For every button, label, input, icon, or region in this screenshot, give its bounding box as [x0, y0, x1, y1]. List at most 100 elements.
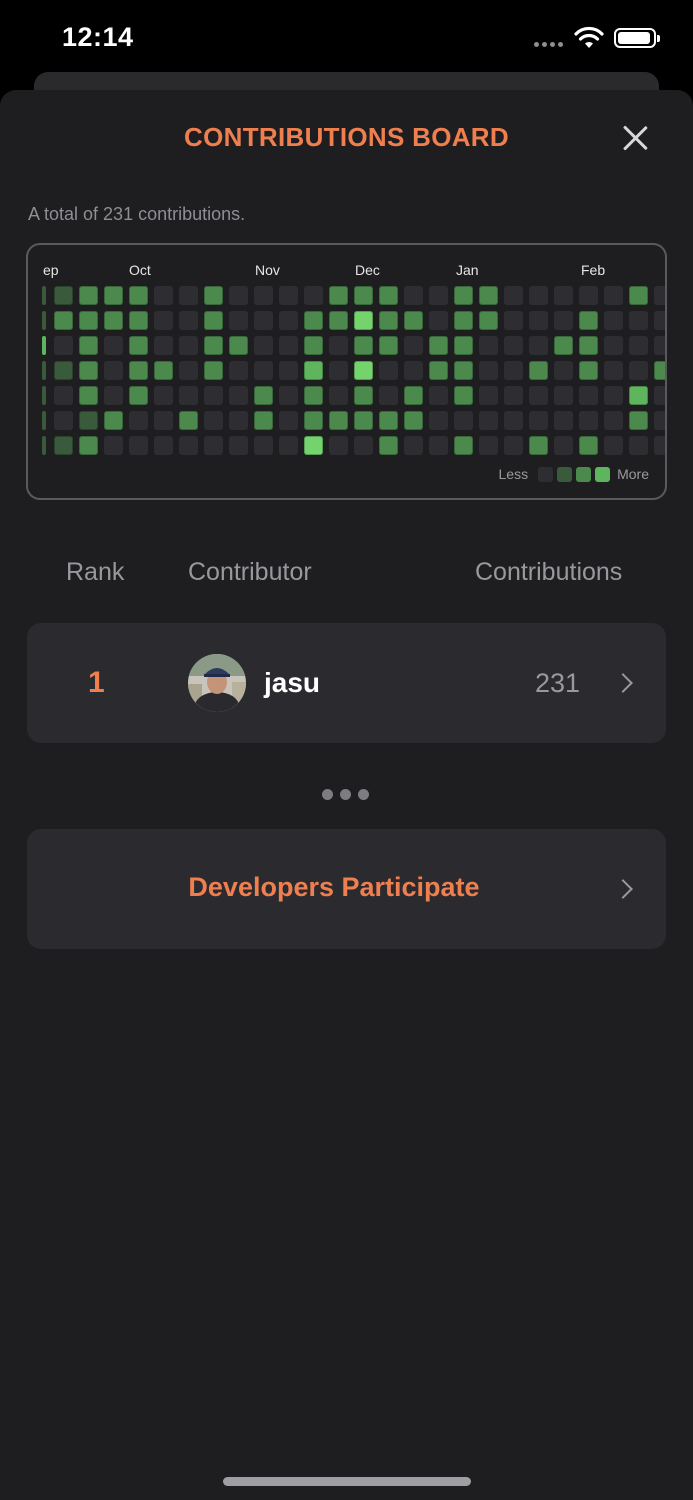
heatmap-cell — [54, 311, 73, 330]
heatmap-cell — [654, 411, 665, 430]
heatmap-cell — [529, 311, 548, 330]
heatmap-cell — [254, 436, 273, 455]
heatmap-cell — [654, 386, 665, 405]
heatmap-cell — [529, 436, 548, 455]
legend-swatch — [538, 466, 554, 482]
heatmap-cell — [654, 336, 665, 355]
heatmap-cell — [579, 336, 598, 355]
heatmap-cell — [454, 361, 473, 380]
heatmap-cell — [329, 311, 348, 330]
heatmap-cell — [579, 361, 598, 380]
heatmap-cell — [629, 311, 648, 330]
heatmap-cell — [454, 311, 473, 330]
heatmap-cell — [154, 411, 173, 430]
total-contributions-text: A total of 231 contributions. — [28, 204, 246, 224]
heatmap-cell — [154, 361, 173, 380]
heatmap-cell — [354, 361, 373, 380]
heatmap-cell — [354, 436, 373, 455]
heatmap-cell — [604, 336, 623, 355]
contributor-rank: 1 — [88, 666, 105, 699]
heatmap-cell — [654, 311, 665, 330]
month-label: Oct — [129, 262, 151, 278]
heatmap-cell — [104, 286, 123, 305]
heatmap-cell — [129, 336, 148, 355]
heatmap-cell — [79, 436, 98, 455]
heatmap-cell — [304, 436, 323, 455]
heatmap-cell — [42, 386, 46, 405]
month-label: Feb — [581, 262, 606, 278]
heatmap-cell — [604, 361, 623, 380]
developers-participate-label: Developers Participate — [188, 872, 480, 902]
heatmap-cell — [154, 311, 173, 330]
heatmap-cell — [204, 436, 223, 455]
heatmap-cell — [429, 336, 448, 355]
heatmap-cell — [304, 361, 323, 380]
heatmap-cell — [179, 336, 198, 355]
heatmap-cell — [304, 286, 323, 305]
heatmap-cell — [529, 286, 548, 305]
heatmap-cell — [104, 436, 123, 455]
heatmap-cell — [554, 386, 573, 405]
heatmap-cell — [604, 411, 623, 430]
heatmap-cell — [54, 436, 73, 455]
heatmap-cell — [229, 411, 248, 430]
heatmap-cell — [629, 336, 648, 355]
heatmap-cell — [279, 336, 298, 355]
contributor-count: 231 — [535, 668, 581, 698]
heatmap-cell — [554, 436, 573, 455]
heatmap-cell — [42, 311, 46, 330]
heatmap-cell — [429, 311, 448, 330]
heatmap-legend: Less More — [499, 466, 649, 482]
heatmap-cell — [279, 411, 298, 430]
heatmap-cell — [254, 311, 273, 330]
heatmap-cell — [654, 361, 665, 380]
more-dots-icon[interactable] — [322, 789, 369, 800]
heatmap-cell — [479, 361, 498, 380]
heatmap-cell — [279, 311, 298, 330]
close-icon[interactable] — [618, 121, 652, 155]
heatmap-cell — [379, 311, 398, 330]
heatmap-cell — [154, 336, 173, 355]
heatmap-cell — [579, 286, 598, 305]
heatmap-cell — [229, 436, 248, 455]
heatmap-cell — [79, 336, 98, 355]
heatmap-cell — [154, 386, 173, 405]
heatmap-cell — [379, 286, 398, 305]
heatmap-cell — [79, 386, 98, 405]
heatmap-cell — [429, 286, 448, 305]
heatmap-cell — [404, 311, 423, 330]
heatmap-cell — [404, 411, 423, 430]
avatar — [188, 654, 246, 712]
heatmap-cell — [404, 436, 423, 455]
heatmap-cell — [404, 286, 423, 305]
heatmap-cell — [629, 386, 648, 405]
heatmap-cell — [454, 336, 473, 355]
status-time: 12:14 — [62, 22, 134, 52]
heatmap-cell — [404, 336, 423, 355]
heatmap-cell — [504, 336, 523, 355]
heatmap-cell — [504, 386, 523, 405]
month-label: Dec — [355, 262, 380, 278]
heatmap-cell — [179, 411, 198, 430]
heatmap-cell — [604, 386, 623, 405]
heatmap-cell — [104, 361, 123, 380]
heatmap-cell — [54, 336, 73, 355]
legend-swatch — [595, 466, 611, 482]
heatmap-cell — [229, 386, 248, 405]
heatmap-cell — [554, 411, 573, 430]
heatmap-cell — [179, 286, 198, 305]
heatmap-cell — [454, 411, 473, 430]
heatmap-cell — [429, 411, 448, 430]
heatmap-cell — [554, 286, 573, 305]
heatmap-cell — [254, 386, 273, 405]
heatmap-cell — [329, 411, 348, 430]
heatmap-cell — [629, 361, 648, 380]
legend-swatch — [557, 466, 573, 482]
heatmap-cell — [379, 336, 398, 355]
heatmap-cell — [104, 336, 123, 355]
heatmap-cell — [204, 336, 223, 355]
status-bar: 12:14 — [0, 0, 693, 80]
heatmap-cell — [379, 361, 398, 380]
heatmap-cell — [42, 336, 46, 355]
heatmap-cell — [254, 286, 273, 305]
